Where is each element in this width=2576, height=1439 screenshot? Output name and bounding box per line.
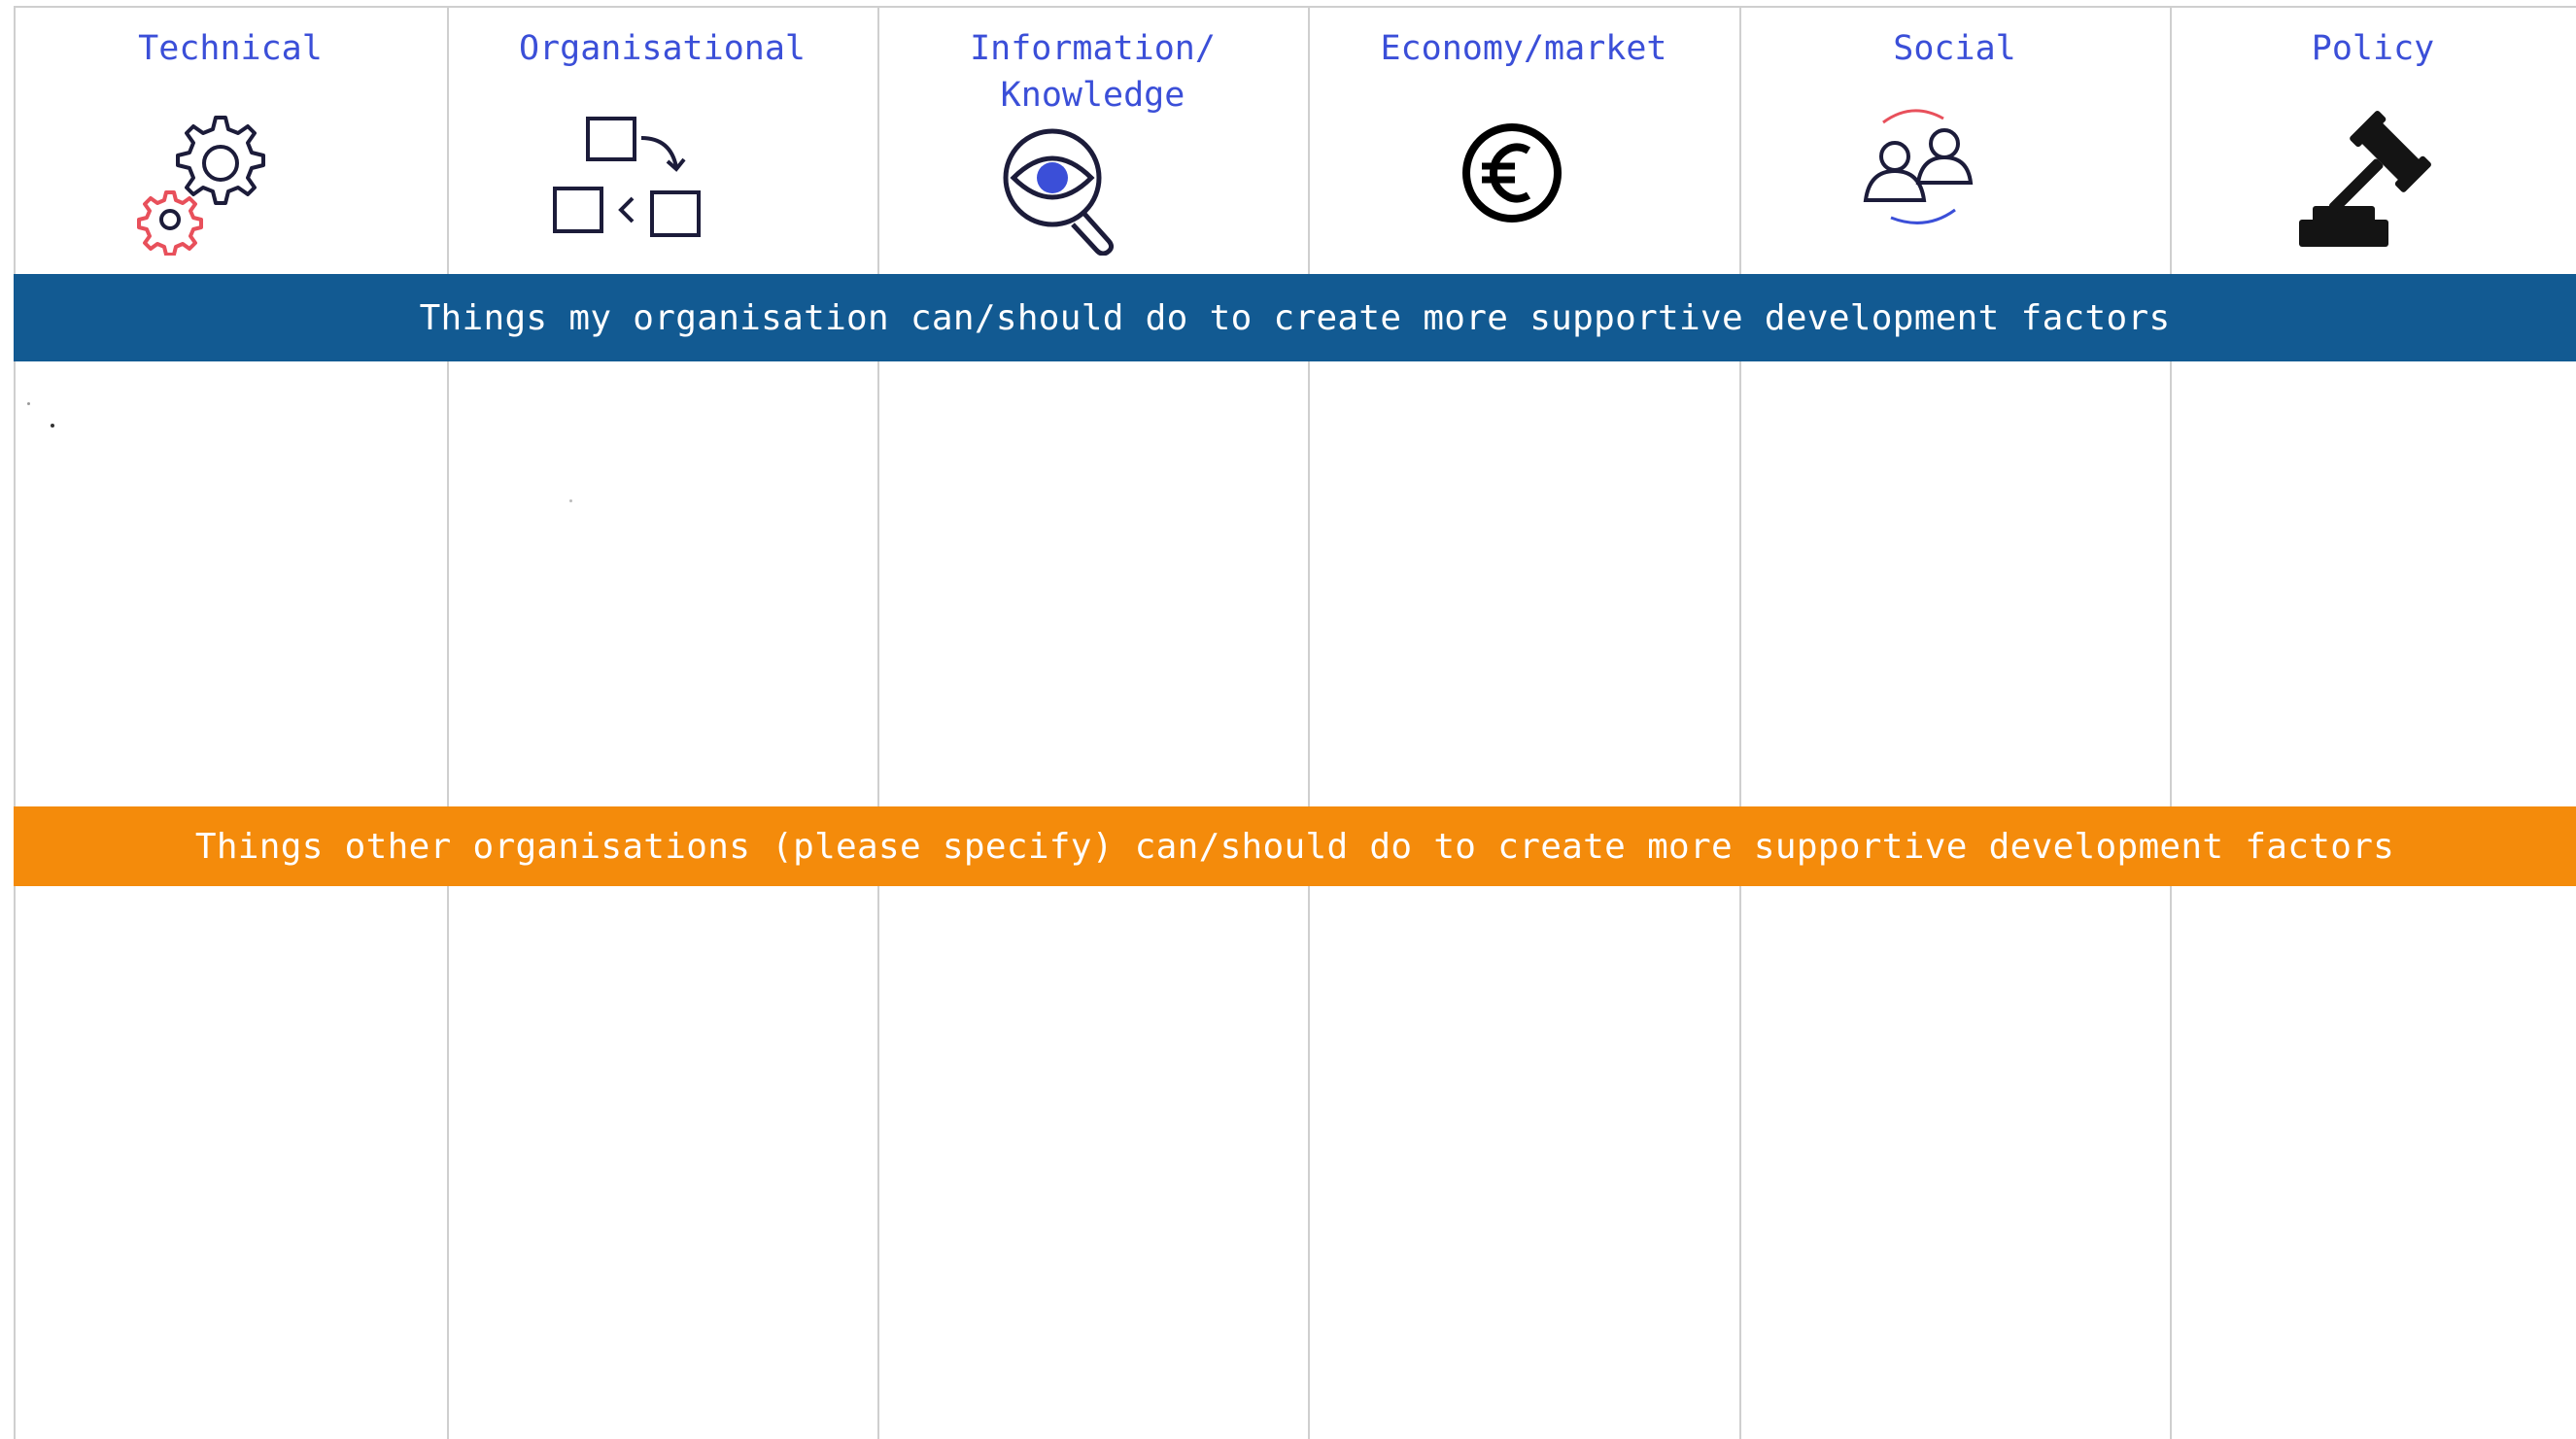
other-organisations-band: Things other organisations (please speci… [14, 806, 2576, 886]
text-cursor-mark [51, 424, 54, 428]
own-economy-cell[interactable] [1310, 361, 1739, 806]
category-header-row: Technical Organisational Information/ Kn… [14, 8, 2576, 272]
other-social-cell[interactable] [1741, 886, 2170, 1439]
own-organisation-band: Things my organisation can/should do to … [14, 274, 2576, 361]
other-information-cell[interactable] [879, 886, 1308, 1439]
factors-board: Technical Organisational Information/ Kn… [14, 6, 2576, 1439]
other-technical-cell[interactable] [16, 886, 447, 1439]
band-title: Things my organisation can/should do to … [419, 297, 2171, 338]
people-exchange-icon [1863, 109, 1974, 224]
other-economy-cell[interactable] [1310, 886, 1739, 1439]
flow-boxes-icon [553, 117, 701, 237]
column-label: Information/ Knowledge [970, 29, 1216, 115]
other-organisational-cell[interactable] [449, 886, 877, 1439]
text-cursor-mark [569, 499, 572, 502]
band-title: Things other organisations (please speci… [194, 826, 2395, 867]
column-header-economy: Economy/market [1308, 8, 1739, 272]
column-label: Organisational [518, 29, 806, 68]
column-label: Social [1893, 29, 2016, 68]
own-social-cell[interactable] [1741, 361, 2170, 806]
column-header-information: Information/ Knowledge [877, 8, 1308, 272]
eye-magnifier-icon [1003, 128, 1115, 256]
column-header-organisational: Organisational [447, 8, 877, 272]
column-label: Economy/market [1380, 29, 1667, 68]
gavel-icon [2299, 111, 2431, 247]
own-policy-cell[interactable] [2172, 361, 2576, 806]
other-policy-cell[interactable] [2172, 886, 2576, 1439]
column-label: Technical [138, 29, 323, 68]
column-header-social: Social [1739, 8, 2170, 272]
own-organisational-cell[interactable] [449, 361, 877, 806]
gears-icon [137, 116, 265, 256]
own-technical-cell[interactable] [16, 361, 447, 806]
column-header-technical: Technical [14, 8, 447, 272]
own-information-cell[interactable] [879, 361, 1308, 806]
column-label: Policy [2311, 29, 2435, 68]
euro-coin-icon [1462, 123, 1562, 223]
column-header-policy: Policy [2170, 8, 2576, 272]
text-cursor-mark [27, 402, 30, 405]
